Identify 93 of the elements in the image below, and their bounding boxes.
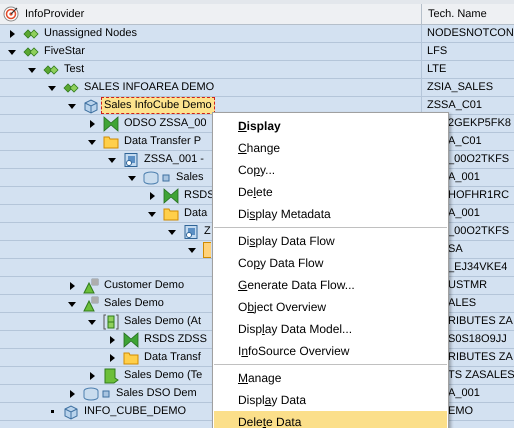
- column-header: InfoProvider: [25, 6, 84, 22]
- tree-item[interactable]: INFO_CUBE_DEMO: [81, 403, 190, 420]
- tech-name: A_001: [448, 386, 480, 402]
- menu-item[interactable]: Delete Data: [214, 411, 447, 428]
- cube-icon: [63, 404, 79, 420]
- tech-name: 2GEKP5FK8: [448, 116, 511, 132]
- folder-icon: [163, 206, 179, 222]
- tech-name: TS ZASALES: [448, 368, 514, 384]
- speech-icon: [103, 368, 119, 384]
- expand-icon[interactable]: [108, 336, 116, 344]
- tech-name: LFS: [427, 44, 448, 60]
- menu-item[interactable]: Display: [214, 115, 447, 137]
- menu-item[interactable]: Generate Data Flow...: [214, 274, 447, 296]
- menu-item[interactable]: Copy...: [214, 159, 447, 181]
- tech-name: A_001: [448, 170, 480, 186]
- expand-icon[interactable]: [68, 282, 76, 290]
- tech-name: RIBUTES ZA: [448, 350, 513, 366]
- menu-item[interactable]: Display Data: [214, 389, 447, 411]
- triangle-grid-icon: [83, 296, 99, 312]
- tech-name: _00O2TKFS: [448, 152, 510, 168]
- tech-name: RIBUTES ZA: [448, 314, 513, 330]
- tree-item[interactable]: Data: [181, 205, 210, 222]
- tech-name: HOFHR1RC: [448, 188, 510, 204]
- menu-item[interactable]: Object Overview: [214, 296, 447, 318]
- collapse-icon[interactable]: [128, 174, 136, 182]
- process-icon: [123, 152, 139, 168]
- tech-name: ZSIA_SALES: [427, 80, 494, 96]
- tree-item[interactable]: Test: [61, 61, 88, 78]
- folder-icon: [123, 350, 139, 366]
- collapse-icon[interactable]: [68, 102, 76, 110]
- expand-icon[interactable]: [88, 120, 96, 128]
- tree-item[interactable]: Sales DSO Dem: [113, 385, 200, 402]
- menu-item[interactable]: Display Metadata: [214, 203, 447, 225]
- tree-item[interactable]: Sales Demo: [101, 295, 167, 312]
- menu-item[interactable]: Copy Data Flow: [214, 252, 447, 274]
- expand-icon[interactable]: [148, 192, 156, 200]
- target-icon: [3, 6, 19, 22]
- bracket-icon: [103, 314, 119, 330]
- expand-icon[interactable]: [108, 354, 116, 362]
- menu-item[interactable]: Display Data Flow: [214, 230, 447, 252]
- menu-item[interactable]: Display Data Model...: [214, 318, 447, 340]
- menu-item[interactable]: Delete: [214, 181, 447, 203]
- expand-icon[interactable]: [68, 390, 76, 398]
- tree-item[interactable]: SALES INFOAREA DEMO: [81, 79, 218, 96]
- collapse-icon[interactable]: [88, 318, 96, 326]
- tech-name: _00O2TKFS: [448, 224, 510, 240]
- query-icon: [203, 242, 211, 258]
- collapse-icon[interactable]: [108, 156, 116, 164]
- menu-item[interactable]: InfoSource Overview: [214, 340, 447, 362]
- tree-item[interactable]: Unassigned Nodes: [41, 25, 140, 42]
- tree-item[interactable]: Sales InfoCube Demo: [101, 97, 215, 114]
- collapse-icon[interactable]: [68, 300, 76, 308]
- tech-name: USTMR: [448, 278, 488, 294]
- collapse-icon[interactable]: [148, 210, 156, 218]
- cube-icon: [83, 98, 99, 114]
- collapse-icon[interactable]: [8, 48, 16, 56]
- collapse-icon[interactable]: [88, 138, 96, 146]
- triangle-grid-icon: [83, 278, 99, 294]
- collapse-icon[interactable]: [28, 66, 36, 74]
- tree-item[interactable]: FiveStar: [41, 43, 88, 60]
- tech-name: S0S18O9JJ: [448, 332, 507, 348]
- tree-item[interactable]: Z: [201, 223, 214, 240]
- menu-item[interactable]: Manage: [214, 367, 447, 389]
- tree-item[interactable]: Sales Demo (Te: [121, 367, 206, 384]
- collapse-icon[interactable]: [48, 84, 56, 92]
- tree-item[interactable]: ZSSA_001 -: [141, 151, 207, 168]
- tree-item[interactable]: Sales: [173, 169, 207, 186]
- tree-item[interactable]: Data Transfer P: [121, 133, 204, 150]
- tech-name: ZSSA_C01: [427, 98, 482, 114]
- tech-name: NODESNOTCON: [427, 26, 514, 42]
- tree-item[interactable]: RSDS ZDSS: [141, 331, 210, 348]
- tech-name: _EJ34VKE4: [448, 260, 508, 276]
- collapse-icon[interactable]: [188, 246, 196, 254]
- bowtie-icon: [123, 332, 139, 348]
- folder-icon: [103, 134, 119, 150]
- tech-name: LTE: [427, 62, 446, 78]
- tech-name: EMO: [448, 404, 474, 420]
- collapse-icon[interactable]: [168, 228, 176, 236]
- tree-item[interactable]: Sales Demo (At: [121, 313, 204, 330]
- tree-item[interactable]: ODSO ZSSA_00: [121, 115, 210, 132]
- bullet-icon: [50, 410, 54, 413]
- expand-icon[interactable]: [88, 372, 96, 380]
- tech-name: SA: [448, 242, 463, 258]
- column-header: Tech. Name: [428, 6, 487, 22]
- menu-item[interactable]: Change: [214, 137, 447, 159]
- bowtie-icon: [163, 188, 179, 204]
- tech-name: ALES: [448, 296, 476, 312]
- tree-item[interactable]: Customer Demo: [101, 277, 188, 294]
- process-icon: [183, 224, 199, 240]
- tech-name: A_C01: [448, 134, 482, 150]
- tree-item[interactable]: Data Transf: [141, 349, 204, 366]
- expand-icon[interactable]: [8, 30, 16, 38]
- tech-name: A_001: [448, 206, 480, 222]
